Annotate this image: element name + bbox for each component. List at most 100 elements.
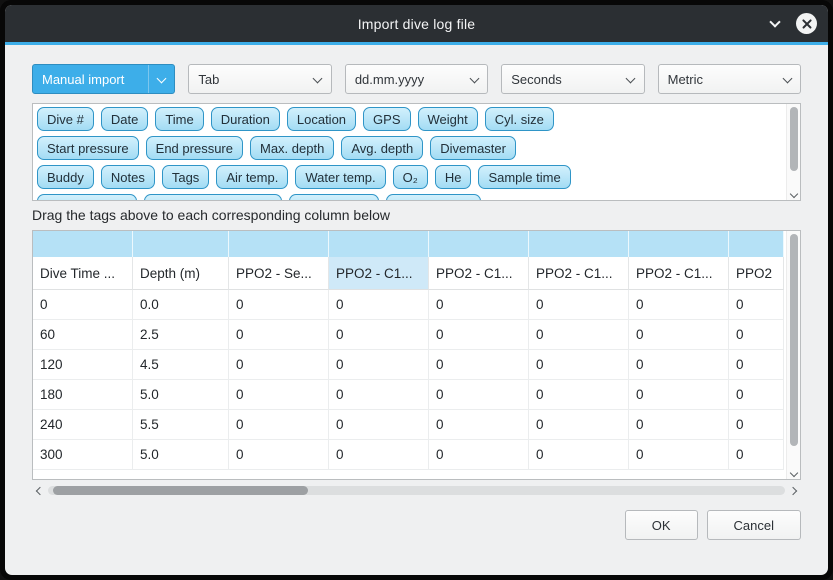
table-cell[interactable]: 0 bbox=[729, 320, 784, 350]
table-cell[interactable]: 0 bbox=[529, 350, 629, 380]
column-header[interactable]: PPO2 bbox=[729, 257, 784, 290]
table-cell[interactable]: 0 bbox=[429, 380, 529, 410]
tag-divemaster[interactable]: Divemaster bbox=[430, 136, 516, 160]
combo-import-mode[interactable]: Manual import bbox=[32, 64, 175, 94]
table-cell[interactable]: 300 bbox=[33, 440, 133, 470]
table-cell[interactable]: 0 bbox=[729, 350, 784, 380]
table-cell[interactable]: 240 bbox=[33, 410, 133, 440]
table-cell[interactable]: 0 bbox=[329, 410, 429, 440]
table-cell[interactable]: 0 bbox=[229, 410, 329, 440]
drop-target-cell[interactable] bbox=[529, 231, 629, 257]
table-cell[interactable]: 0 bbox=[429, 440, 529, 470]
table-cell[interactable]: 0 bbox=[729, 380, 784, 410]
tag-scrollbar-thumb[interactable] bbox=[790, 107, 798, 171]
table-cell[interactable]: 0 bbox=[629, 380, 729, 410]
tag-o[interactable]: O₂ bbox=[393, 165, 428, 189]
drop-target-cell[interactable] bbox=[229, 231, 329, 257]
drop-target-cell[interactable] bbox=[329, 231, 429, 257]
tag-scrollbar[interactable] bbox=[786, 104, 800, 200]
tag-tags[interactable]: Tags bbox=[162, 165, 209, 189]
table-cell[interactable]: 120 bbox=[33, 350, 133, 380]
ok-button[interactable]: OK bbox=[625, 510, 698, 540]
titlebar[interactable]: Import dive log file bbox=[5, 5, 828, 42]
scroll-down-button[interactable] bbox=[787, 191, 800, 197]
tag-gps[interactable]: GPS bbox=[363, 107, 410, 131]
tag-buddy[interactable]: Buddy bbox=[37, 165, 94, 189]
table-cell[interactable]: 0 bbox=[329, 290, 429, 320]
table-cell[interactable]: 0 bbox=[229, 380, 329, 410]
column-header[interactable]: PPO2 - C1... bbox=[429, 257, 529, 290]
table-cell[interactable]: 5.5 bbox=[133, 410, 229, 440]
table-cell[interactable]: 0 bbox=[629, 320, 729, 350]
tag-cyl-size[interactable]: Cyl. size bbox=[485, 107, 554, 131]
table-cell[interactable]: 0 bbox=[429, 320, 529, 350]
table-cell[interactable]: 0 bbox=[529, 410, 629, 440]
table-cell[interactable]: 0 bbox=[329, 350, 429, 380]
drop-target-cell[interactable] bbox=[133, 231, 229, 257]
tag-sample-depth[interactable]: Sample depth bbox=[37, 194, 137, 201]
tag-date[interactable]: Date bbox=[101, 107, 148, 131]
table-cell[interactable]: 0 bbox=[229, 440, 329, 470]
drop-target-cell[interactable] bbox=[729, 231, 784, 257]
table-scrollbar-thumb[interactable] bbox=[790, 234, 798, 446]
table-cell[interactable]: 0 bbox=[229, 320, 329, 350]
cancel-button[interactable]: Cancel bbox=[707, 510, 801, 540]
table-cell[interactable]: 5.0 bbox=[133, 440, 229, 470]
table-cell[interactable]: 0 bbox=[729, 290, 784, 320]
drop-target-cell[interactable] bbox=[629, 231, 729, 257]
scroll-left-button[interactable] bbox=[32, 488, 48, 494]
column-header[interactable]: PPO2 - C1... bbox=[329, 257, 429, 290]
combo-units[interactable]: Metric bbox=[658, 64, 801, 94]
tag-time[interactable]: Time bbox=[155, 107, 203, 131]
table-cell[interactable]: 0 bbox=[33, 290, 133, 320]
table-cell[interactable]: 5.0 bbox=[133, 380, 229, 410]
tag-water-temp[interactable]: Water temp. bbox=[295, 165, 385, 189]
combo-field-separator[interactable]: Tab bbox=[188, 64, 331, 94]
table-cell[interactable]: 180 bbox=[33, 380, 133, 410]
table-cell[interactable]: 0 bbox=[629, 410, 729, 440]
column-header[interactable]: PPO2 - C1... bbox=[629, 257, 729, 290]
table-scrollbar[interactable] bbox=[786, 231, 800, 479]
tag-sample-time[interactable]: Sample time bbox=[478, 165, 570, 189]
tag-dive[interactable]: Dive # bbox=[37, 107, 94, 131]
table-cell[interactable]: 0 bbox=[529, 290, 629, 320]
tag-he[interactable]: He bbox=[435, 165, 472, 189]
table-cell[interactable]: 0 bbox=[529, 320, 629, 350]
table-cell[interactable]: 0 bbox=[429, 410, 529, 440]
tag-duration[interactable]: Duration bbox=[211, 107, 280, 131]
table-cell[interactable]: 0 bbox=[729, 410, 784, 440]
table-cell[interactable]: 0 bbox=[729, 440, 784, 470]
table-cell[interactable]: 0 bbox=[229, 350, 329, 380]
table-cell[interactable]: 4.5 bbox=[133, 350, 229, 380]
table-cell[interactable]: 0 bbox=[229, 290, 329, 320]
tag-start-pressure[interactable]: Start pressure bbox=[37, 136, 139, 160]
close-button[interactable] bbox=[796, 13, 817, 34]
tag-notes[interactable]: Notes bbox=[101, 165, 155, 189]
column-header[interactable]: PPO2 - Se... bbox=[229, 257, 329, 290]
table-cell[interactable]: 0 bbox=[629, 350, 729, 380]
tag-end-pressure[interactable]: End pressure bbox=[146, 136, 243, 160]
table-cell[interactable]: 0 bbox=[429, 290, 529, 320]
tag-air-temp[interactable]: Air temp. bbox=[216, 165, 288, 189]
column-header[interactable]: Dive Time ... bbox=[33, 257, 133, 290]
tag-sample-po[interactable]: Sample pO₂ bbox=[289, 194, 379, 201]
tag-max-depth[interactable]: Max. depth bbox=[250, 136, 334, 160]
tag-weight[interactable]: Weight bbox=[418, 107, 478, 131]
scroll-down-button[interactable] bbox=[787, 470, 800, 476]
hscroll-track[interactable] bbox=[48, 486, 785, 495]
table-cell[interactable]: 0 bbox=[329, 440, 429, 470]
table-cell[interactable]: 0 bbox=[529, 380, 629, 410]
table-cell[interactable]: 0 bbox=[429, 350, 529, 380]
drop-target-cell[interactable] bbox=[429, 231, 529, 257]
table-cell[interactable]: 60 bbox=[33, 320, 133, 350]
scroll-right-button[interactable] bbox=[785, 488, 801, 494]
column-header[interactable]: Depth (m) bbox=[133, 257, 229, 290]
combo-duration-format[interactable]: Seconds bbox=[501, 64, 644, 94]
combo-date-format[interactable]: dd.mm.yyyy bbox=[345, 64, 488, 94]
shade-button[interactable] bbox=[766, 15, 784, 33]
table-cell[interactable]: 0 bbox=[329, 320, 429, 350]
tag-avg-depth[interactable]: Avg. depth bbox=[341, 136, 423, 160]
tag-sample-cns[interactable]: Sample CNS bbox=[386, 194, 481, 201]
table-cell[interactable]: 0 bbox=[629, 290, 729, 320]
table-cell[interactable]: 0 bbox=[629, 440, 729, 470]
